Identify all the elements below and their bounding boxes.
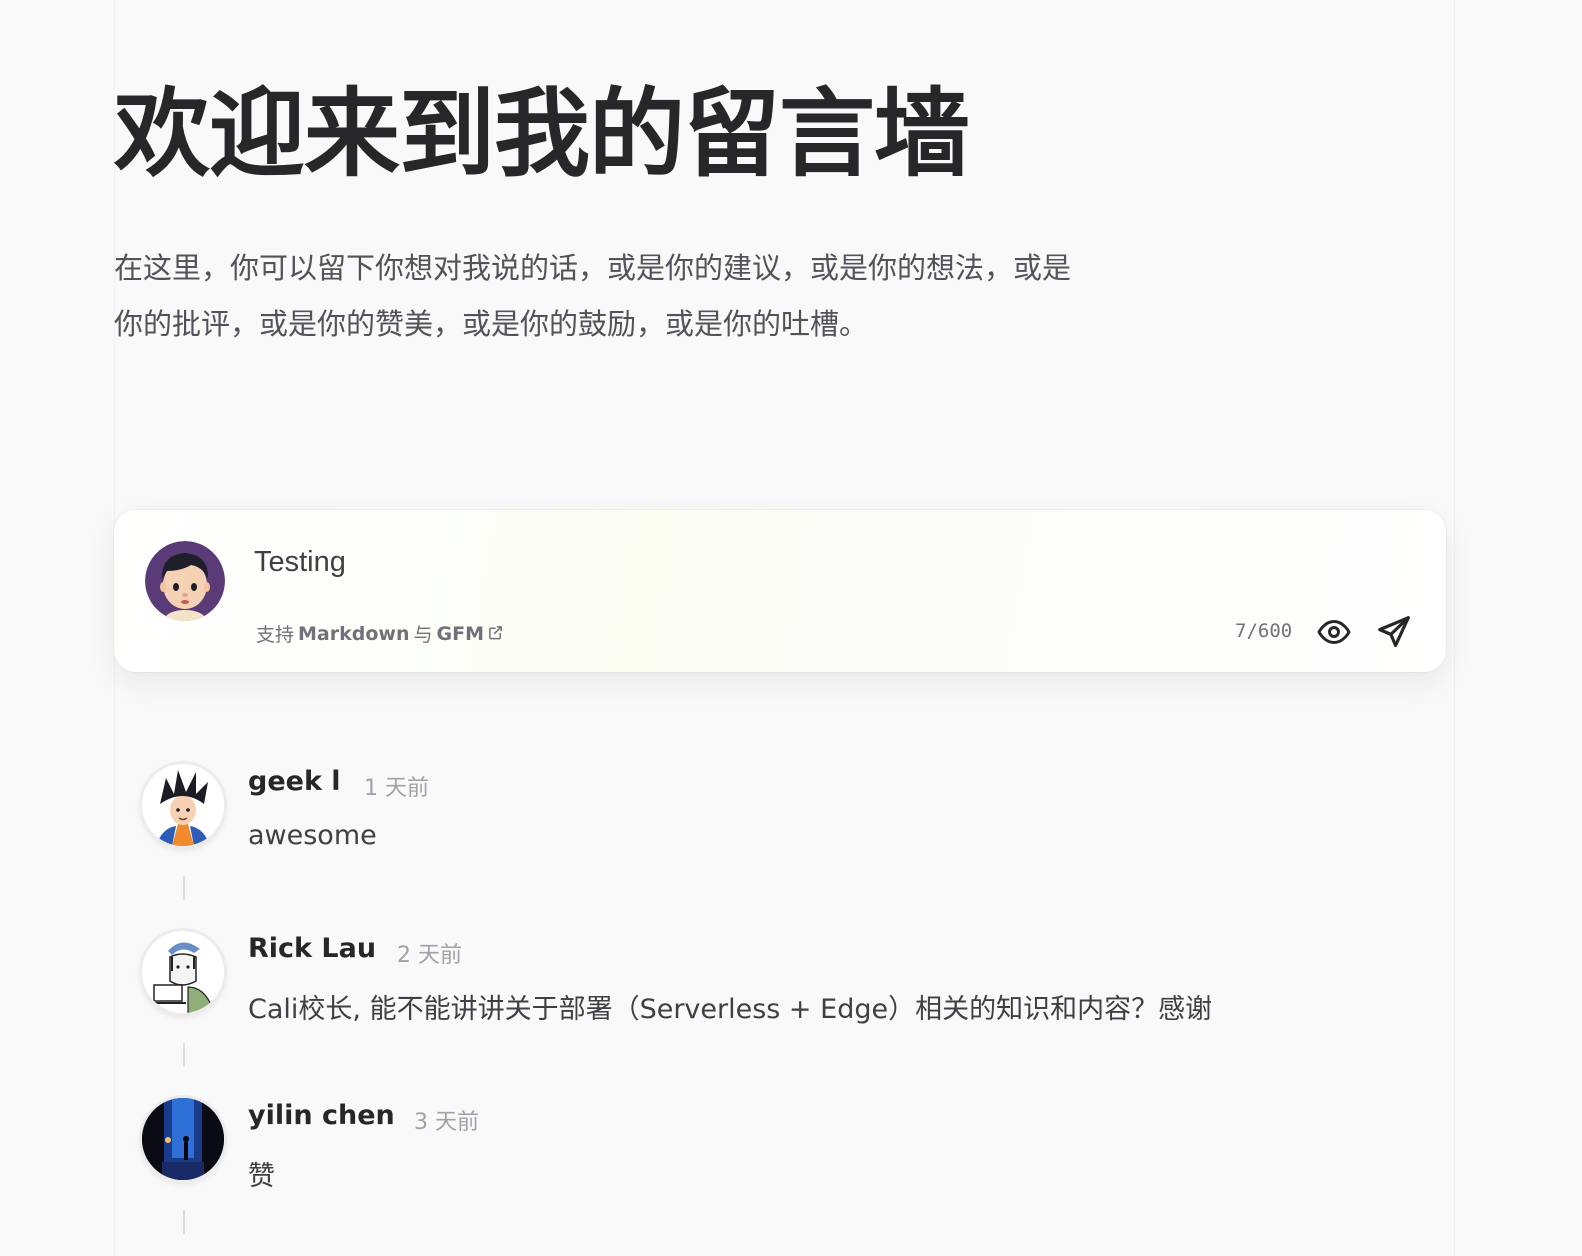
hint-prefix: 支持 [256, 624, 295, 646]
sketch-avatar-icon [142, 931, 224, 1013]
commenter-avatar[interactable] [142, 1098, 224, 1180]
comment-time: 1 天前 [364, 776, 429, 801]
comment-item: yilin chen 3 天前 赞 [142, 1096, 1442, 1256]
comment-time: 2 天前 [397, 943, 462, 968]
thread-connector [183, 1043, 185, 1067]
night-street-avatar-icon [142, 1098, 224, 1180]
markdown-support-hint: 支持 Markdown 与 GFM [256, 620, 503, 647]
commenter-name: yilin chen [248, 1100, 395, 1131]
comment-body: 赞 [248, 1161, 275, 1192]
commenter-avatar[interactable] [142, 931, 224, 1013]
page-intro: 在这里，你可以留下你想对我说的话，或是你的建议，或是你的想法，或是你的批评，或是… [114, 251, 1072, 341]
comment-body: Cali校长, 能不能讲讲关于部署（Serverless + Edge）相关的知… [248, 994, 1213, 1025]
page-title: 欢迎来到我的留言墙 [114, 78, 970, 190]
message-composer: 支持 Markdown 与 GFM 7/600 [114, 510, 1446, 672]
background-grid-line [1454, 0, 1455, 1256]
eye-icon [1317, 620, 1351, 644]
hint-and: 与 [413, 624, 433, 646]
comment-item: geek l 1 天前 awesome [142, 762, 1442, 922]
preview-button[interactable] [1314, 612, 1354, 652]
comment-body: awesome [248, 820, 377, 851]
current-user-avatar [145, 541, 225, 621]
thread-connector [183, 876, 185, 900]
commenter-avatar[interactable] [142, 764, 224, 846]
thread-connector [183, 1210, 185, 1234]
comment-time: 3 天前 [414, 1110, 479, 1135]
external-link-icon[interactable] [488, 623, 503, 645]
commenter-name: geek l [248, 766, 341, 797]
cartoon-boy-avatar-icon [145, 541, 225, 621]
gfm-link[interactable]: GFM [437, 623, 484, 645]
send-button[interactable] [1374, 612, 1414, 652]
character-counter: 7/600 [1235, 620, 1293, 642]
markdown-link[interactable]: Markdown [298, 623, 409, 645]
commenter-name: Rick Lau [248, 933, 377, 964]
send-icon [1378, 616, 1410, 648]
goku-avatar-icon [142, 764, 224, 846]
comment-item: Rick Lau 2 天前 Cali校长, 能不能讲讲关于部署（Serverle… [142, 929, 1442, 1089]
message-input[interactable] [254, 546, 1254, 579]
